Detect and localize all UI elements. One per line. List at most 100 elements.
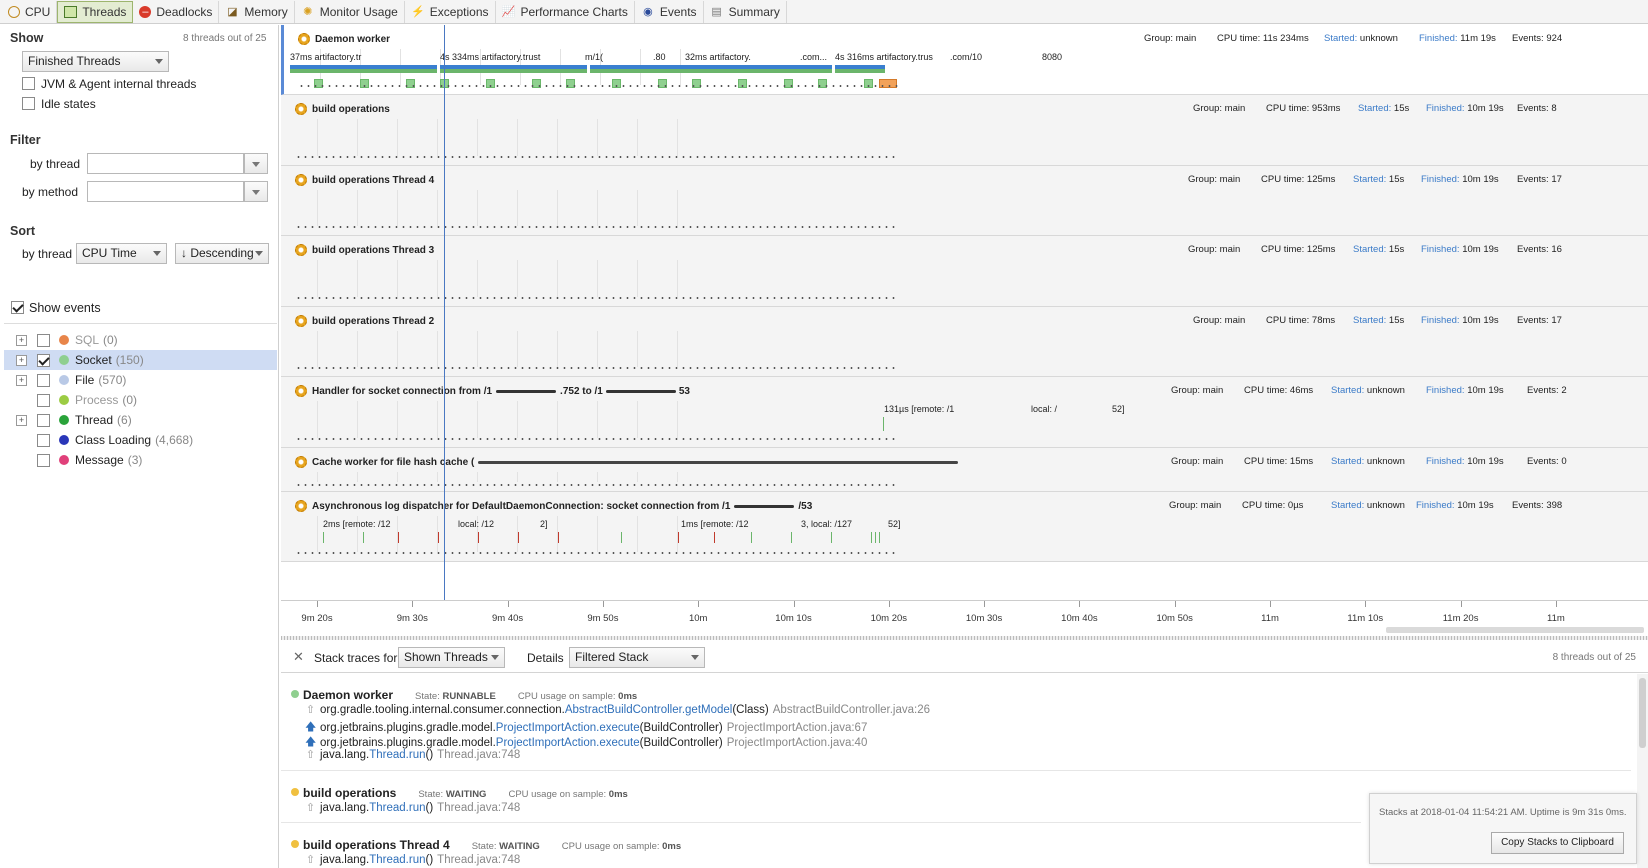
event-tick-marker[interactable] <box>438 532 439 543</box>
event-type-row[interactable]: + Thread (6) <box>4 410 277 430</box>
event-tick-marker[interactable] <box>518 532 519 543</box>
event-type-checkbox[interactable] <box>37 453 50 467</box>
cpu-time-text: CPU time: 125ms <box>1261 174 1336 185</box>
stack-frame[interactable]: ⇧ org.gradle.tooling.internal.consumer.co… <box>305 703 930 717</box>
filter-by-method-input[interactable] <box>87 181 244 202</box>
event-type-row[interactable]: + File (570) <box>4 370 277 390</box>
stack-frame[interactable]: ⇧ java.lang. Thread.run() Thread.java:748 <box>305 748 520 762</box>
frame-package: org.gradle.tooling.internal.consumer.con… <box>320 703 565 716</box>
frame-method[interactable]: Thread.run <box>369 854 425 866</box>
stack-frame[interactable]: ⇧ java.lang. Thread.run() Thread.java:748 <box>305 853 520 867</box>
grid-line <box>557 119 558 156</box>
tab-monitor-usage[interactable]: ✺ Monitor Usage <box>295 0 405 23</box>
frame-method[interactable]: Thread.run <box>369 749 425 761</box>
thread-row[interactable]: Handler for socket connection from /1 .75… <box>281 377 1648 448</box>
tab-exceptions[interactable]: ⚡ Exceptions <box>405 0 496 23</box>
close-icon[interactable]: ✕ <box>293 649 304 665</box>
event-type-checkbox[interactable] <box>37 333 50 347</box>
event-type-checkbox[interactable] <box>37 373 50 387</box>
tab-label: Summary <box>728 4 780 19</box>
event-tick-marker[interactable] <box>323 532 324 543</box>
thread-row[interactable]: build operations Thread 2 Group: main CPU … <box>281 307 1648 377</box>
horizontal-scrollbar[interactable] <box>1386 627 1644 633</box>
event-type-checkbox[interactable] <box>37 413 50 427</box>
sort-field-select[interactable]: CPU Time <box>76 243 167 264</box>
event-type-name: Socket <box>75 353 112 367</box>
thread-name-text: Daemon worker <box>315 33 391 45</box>
shown-threads-select[interactable]: Shown Threads <box>398 647 505 668</box>
expand-icon[interactable]: + <box>16 414 27 426</box>
started-key: Started: <box>1353 174 1387 185</box>
tab-deadlocks[interactable]: – Deadlocks <box>133 0 220 23</box>
filter-by-thread-input[interactable] <box>87 153 244 174</box>
grid-line <box>557 401 558 438</box>
tab-memory[interactable]: ◪ Memory <box>219 0 295 23</box>
splitter[interactable] <box>281 636 1648 640</box>
event-type-checkbox[interactable] <box>37 353 50 367</box>
grid-line <box>317 401 318 438</box>
group-text: Group: main <box>1169 500 1222 511</box>
thread-row[interactable]: build operations Thread 4 Group: main CPU … <box>281 166 1648 236</box>
thread-row[interactable]: Cache worker for file hash cache (Group:… <box>281 448 1648 492</box>
event-tick-marker[interactable] <box>558 532 559 543</box>
event-type-checkbox[interactable] <box>37 433 50 447</box>
event-type-row[interactable]: Class Loading (4,668) <box>4 430 277 450</box>
tab-performance-charts[interactable]: 📈 Performance Charts <box>496 0 635 23</box>
stack-thread-header[interactable]: Daemon worker State: RUNNABLE CPU usage on… <box>291 688 637 702</box>
event-tick-marker[interactable] <box>875 532 876 543</box>
event-type-row[interactable]: Process (0) <box>4 390 277 410</box>
group-text: Group: main <box>1171 456 1224 467</box>
sort-order-select[interactable]: ↓ Descending <box>175 243 269 264</box>
thread-row[interactable]: Asynchronous log dispatcher for DefaultD… <box>281 492 1648 562</box>
time-tick-label: 9m 50s <box>587 613 619 624</box>
event-tick-marker[interactable] <box>621 532 622 543</box>
jvm-threads-checkbox[interactable] <box>22 77 35 90</box>
thread-group: Group: main <box>1171 456 1223 467</box>
event-type-row[interactable]: + Socket (150) <box>4 350 277 370</box>
tab-events[interactable]: ◉ Events <box>635 0 704 23</box>
tab-summary[interactable]: ▤ Summary <box>704 0 787 23</box>
event-tick-marker[interactable] <box>678 532 679 543</box>
show-events-checkbox[interactable] <box>11 301 24 314</box>
event-tick-marker[interactable] <box>831 532 832 543</box>
event-tick-marker[interactable] <box>871 532 872 543</box>
event-type-row[interactable]: Message (3) <box>4 450 277 470</box>
event-tick-marker[interactable] <box>478 532 479 543</box>
event-tick-marker[interactable] <box>879 532 880 543</box>
expand-icon[interactable]: + <box>16 374 27 386</box>
events-text: Events: 398 <box>1512 500 1563 511</box>
details-select[interactable]: Filtered Stack <box>569 647 705 668</box>
stack-thread-header[interactable]: build operations State: WAITING CPU usage … <box>291 786 628 800</box>
vertical-scrollbar[interactable] <box>1637 674 1648 868</box>
event-annotation: 2ms [remote: /12 <box>323 519 391 529</box>
time-cursor-line[interactable] <box>444 25 445 625</box>
filter-by-method-dropdown[interactable] <box>244 181 268 202</box>
socket-event-marker[interactable] <box>883 417 884 431</box>
event-tick-marker[interactable] <box>398 532 399 543</box>
thread-row[interactable]: build operations Thread 3 Group: main CPU … <box>281 236 1648 307</box>
tab-cpu[interactable]: CPU <box>2 0 58 23</box>
expand-icon[interactable]: + <box>16 354 27 366</box>
frame-method[interactable]: ProjectImportAction.execute <box>496 737 640 749</box>
event-type-row[interactable]: + SQL (0) <box>4 330 277 350</box>
event-type-checkbox[interactable] <box>37 393 50 407</box>
idle-states-checkbox[interactable] <box>22 97 35 110</box>
event-tick-marker[interactable] <box>791 532 792 543</box>
stack-frame[interactable]: ⇧ java.lang. Thread.run() Thread.java:748 <box>305 801 520 815</box>
stack-thread-header[interactable]: build operations Thread 4 State: WAITING C… <box>291 838 681 852</box>
copy-stacks-button[interactable]: Copy Stacks to Clipboard <box>1491 832 1624 854</box>
event-tick-marker[interactable] <box>714 532 715 543</box>
tab-threads[interactable]: Threads <box>57 0 134 23</box>
scrollbar-thumb[interactable] <box>1639 678 1646 748</box>
frame-method[interactable]: Thread.run <box>369 802 425 814</box>
filter-by-thread-dropdown[interactable] <box>244 153 268 174</box>
frame-method[interactable]: ProjectImportAction.execute <box>496 722 640 734</box>
grid-line <box>637 331 638 367</box>
event-tick-marker[interactable] <box>751 532 752 543</box>
event-tick-marker[interactable] <box>363 532 364 543</box>
frame-method[interactable]: AbstractBuildController.getModel <box>565 704 732 716</box>
show-select[interactable]: Finished Threads <box>22 51 169 72</box>
expand-icon[interactable]: + <box>16 334 27 346</box>
thread-row[interactable]: Daemon worker Group: main CPU time: 11s 23… <box>281 25 1648 95</box>
thread-row[interactable]: build operations Group: main CPU time: 953… <box>281 95 1648 166</box>
